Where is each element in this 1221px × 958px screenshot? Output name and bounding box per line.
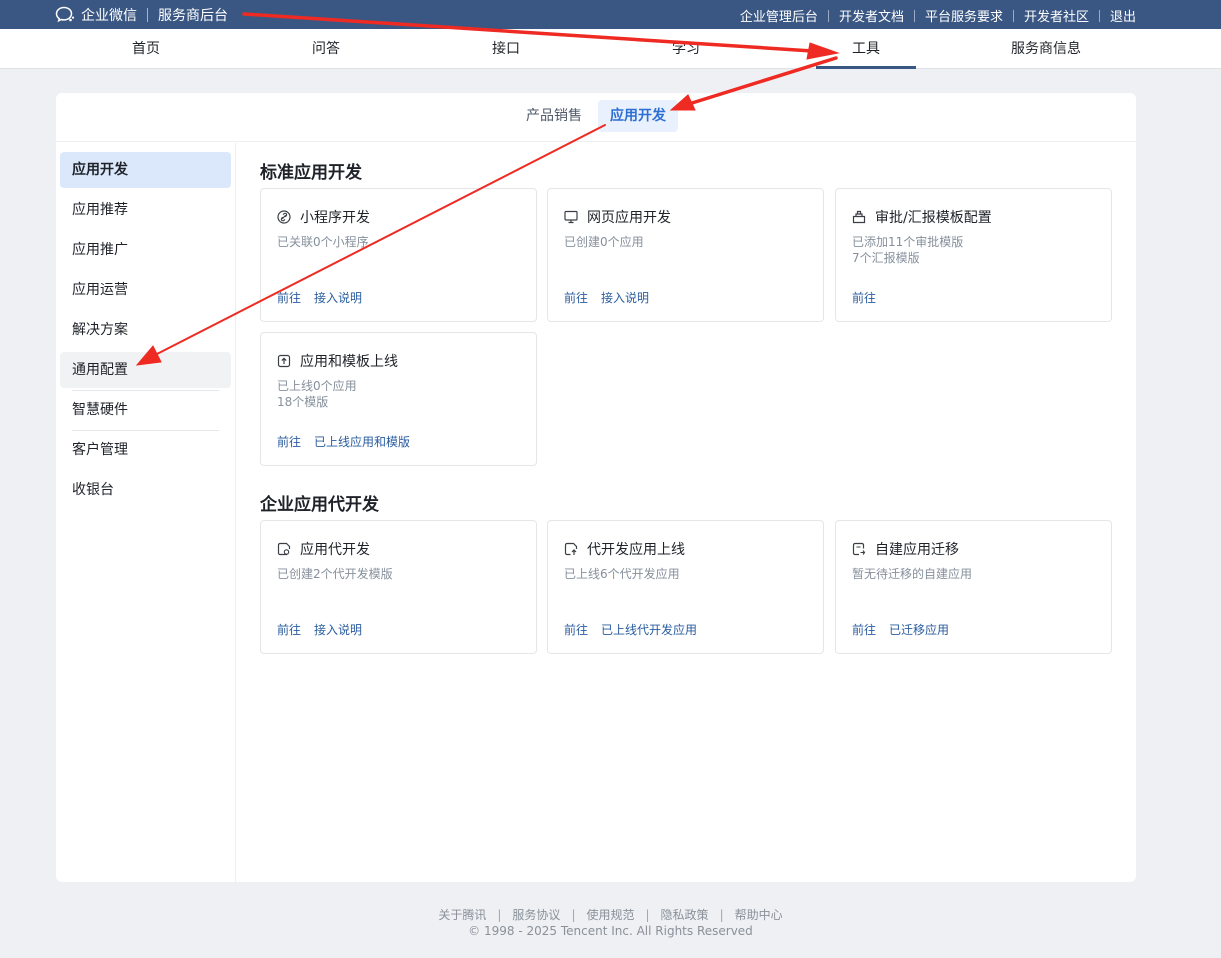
tile-web-app: 网页应用开发 已创建0个应用 前往 接入说明 bbox=[547, 188, 824, 322]
link-icon bbox=[277, 210, 291, 224]
upload-icon bbox=[277, 354, 291, 368]
footer: 关于腾讯 | 服务协议 | 使用规范 | 隐私政策 | 帮助中心 © 1998 … bbox=[0, 906, 1221, 939]
tile-agency-dev: 应用代开发 已创建2个代开发模版 前往 接入说明 bbox=[260, 520, 537, 654]
tile-approval-template: 审批/汇报模板配置 已添加11个审批模版 7个汇报模版 前往 bbox=[835, 188, 1112, 322]
footer-divider: | bbox=[497, 907, 502, 922]
nav-api[interactable]: 接口 bbox=[456, 29, 556, 69]
console-name: 服务商后台 bbox=[158, 8, 228, 24]
sidebar-item-checkout[interactable]: 收银台 bbox=[60, 472, 231, 508]
tile-mini-program: 小程序开发 已关联0个小程序 前往 接入说明 bbox=[260, 188, 537, 322]
footer-link-usage-rules[interactable]: 使用规范 bbox=[586, 906, 634, 923]
link-divider bbox=[827, 9, 829, 22]
tab-product-sales[interactable]: 产品销售 bbox=[514, 100, 594, 132]
launched-agency-apps-link[interactable]: 已上线代开发应用 bbox=[601, 621, 697, 638]
tile-app-template-launch: 应用和模板上线 已上线0个应用 18个模版 前往 已上线应用和模版 bbox=[260, 332, 537, 466]
nav-home[interactable]: 首页 bbox=[96, 29, 196, 69]
footer-link-terms[interactable]: 服务协议 bbox=[512, 906, 560, 923]
integration-guide-link[interactable]: 接入说明 bbox=[314, 289, 362, 306]
agency-dev-icon bbox=[277, 542, 291, 556]
brand-divider bbox=[147, 8, 148, 22]
main-nav: 首页 问答 接口 学习 工具 服务商信息 bbox=[0, 29, 1221, 69]
link-divider bbox=[1098, 9, 1100, 22]
section-title-standard: 标准应用开发 bbox=[260, 163, 362, 183]
sidebar-item-customer-management[interactable]: 客户管理 bbox=[60, 432, 231, 468]
brand-name: 企业微信 bbox=[81, 8, 137, 24]
tile-title: 代开发应用上线 bbox=[587, 542, 685, 558]
footer-divider: | bbox=[719, 907, 724, 922]
footer-link-about[interactable]: 关于腾讯 bbox=[438, 906, 486, 923]
top-bar: 企业微信 服务商后台 企业管理后台 开发者文档 平台服务要求 开发者社区 退出 bbox=[0, 0, 1221, 29]
tile-description: 已上线6个代开发应用 bbox=[564, 567, 680, 581]
nav-learn[interactable]: 学习 bbox=[636, 29, 736, 69]
migrate-icon bbox=[852, 542, 866, 556]
tile-title: 小程序开发 bbox=[300, 210, 370, 226]
launched-apps-link[interactable]: 已上线应用和模版 bbox=[314, 433, 410, 450]
template-icon bbox=[852, 210, 866, 224]
tile-description: 已关联0个小程序 bbox=[277, 235, 369, 249]
sidebar-item-app-recommend[interactable]: 应用推荐 bbox=[60, 192, 231, 228]
link-developer-community[interactable]: 开发者社区 bbox=[1024, 6, 1089, 25]
sidebar-item-smart-hardware[interactable]: 智慧硬件 bbox=[60, 392, 231, 428]
tile-description: 已添加11个审批模版 7个汇报模版 bbox=[852, 235, 964, 265]
tile-description: 已创建2个代开发模版 bbox=[277, 567, 393, 581]
logout-link[interactable]: 退出 bbox=[1110, 6, 1136, 25]
tile-agency-launch: 代开发应用上线 已上线6个代开发应用 前往 已上线代开发应用 bbox=[547, 520, 824, 654]
goto-link[interactable]: 前往 bbox=[564, 289, 588, 306]
migrated-apps-link[interactable]: 已迁移应用 bbox=[889, 621, 949, 638]
goto-link[interactable]: 前往 bbox=[277, 621, 301, 638]
sidebar-divider bbox=[72, 430, 219, 431]
sidebar: 应用开发 应用推荐 应用推广 应用运营 解决方案 通用配置 智慧硬件 客户管理 … bbox=[56, 143, 236, 882]
sidebar-item-general-config[interactable]: 通用配置 bbox=[60, 352, 231, 388]
integration-guide-link[interactable]: 接入说明 bbox=[601, 289, 649, 306]
tile-self-built-migration: 自建应用迁移 暂无待迁移的自建应用 前往 已迁移应用 bbox=[835, 520, 1112, 654]
sidebar-item-app-promotion[interactable]: 应用推广 bbox=[60, 232, 231, 268]
link-platform-requirements[interactable]: 平台服务要求 bbox=[925, 6, 1003, 25]
top-links: 企业管理后台 开发者文档 平台服务要求 开发者社区 退出 bbox=[740, 6, 1136, 25]
goto-link[interactable]: 前往 bbox=[277, 289, 301, 306]
sidebar-divider bbox=[72, 390, 219, 391]
link-divider bbox=[1012, 9, 1014, 22]
tile-title: 网页应用开发 bbox=[587, 210, 671, 226]
goto-link[interactable]: 前往 bbox=[277, 433, 301, 450]
tile-title: 应用和模板上线 bbox=[300, 354, 398, 370]
tile-title: 应用代开发 bbox=[300, 542, 370, 558]
goto-link[interactable]: 前往 bbox=[852, 621, 876, 638]
wecom-logo-icon bbox=[55, 6, 75, 23]
tile-description: 暂无待迁移的自建应用 bbox=[852, 567, 973, 581]
sidebar-item-app-operation[interactable]: 应用运营 bbox=[60, 272, 231, 308]
main-card: 产品销售 应用开发 应用开发 应用推荐 应用推广 应用运营 解决方案 通用配置 … bbox=[56, 93, 1136, 882]
tile-description: 已上线0个应用 18个模版 bbox=[277, 379, 357, 409]
footer-link-help[interactable]: 帮助中心 bbox=[735, 906, 783, 923]
sidebar-item-app-development[interactable]: 应用开发 bbox=[60, 152, 231, 188]
sidebar-item-solutions[interactable]: 解决方案 bbox=[60, 312, 231, 348]
copyright: © 1998 - 2025 Tencent Inc. All Rights Re… bbox=[468, 924, 753, 938]
integration-guide-link[interactable]: 接入说明 bbox=[314, 621, 362, 638]
agency-launch-icon bbox=[564, 542, 578, 556]
nav-provider-info[interactable]: 服务商信息 bbox=[996, 29, 1096, 69]
goto-link[interactable]: 前往 bbox=[564, 621, 588, 638]
goto-link[interactable]: 前往 bbox=[852, 289, 876, 306]
nav-qa[interactable]: 问答 bbox=[276, 29, 376, 69]
link-developer-docs[interactable]: 开发者文档 bbox=[839, 6, 904, 25]
footer-divider: | bbox=[571, 907, 576, 922]
tab-app-development[interactable]: 应用开发 bbox=[598, 100, 678, 132]
section-title-agency: 企业应用代开发 bbox=[260, 495, 379, 515]
footer-link-privacy[interactable]: 隐私政策 bbox=[661, 906, 709, 923]
tile-title: 审批/汇报模板配置 bbox=[875, 210, 992, 226]
brand[interactable]: 企业微信 服务商后台 bbox=[55, 5, 228, 25]
tile-title: 自建应用迁移 bbox=[875, 542, 959, 558]
tile-description: 已创建0个应用 bbox=[564, 235, 644, 249]
sub-tabs: 产品销售 应用开发 bbox=[56, 93, 1136, 142]
monitor-icon bbox=[564, 210, 578, 224]
footer-divider: | bbox=[645, 907, 650, 922]
nav-tools[interactable]: 工具 bbox=[816, 29, 916, 69]
link-divider bbox=[913, 9, 915, 22]
link-enterprise-admin[interactable]: 企业管理后台 bbox=[740, 6, 818, 25]
